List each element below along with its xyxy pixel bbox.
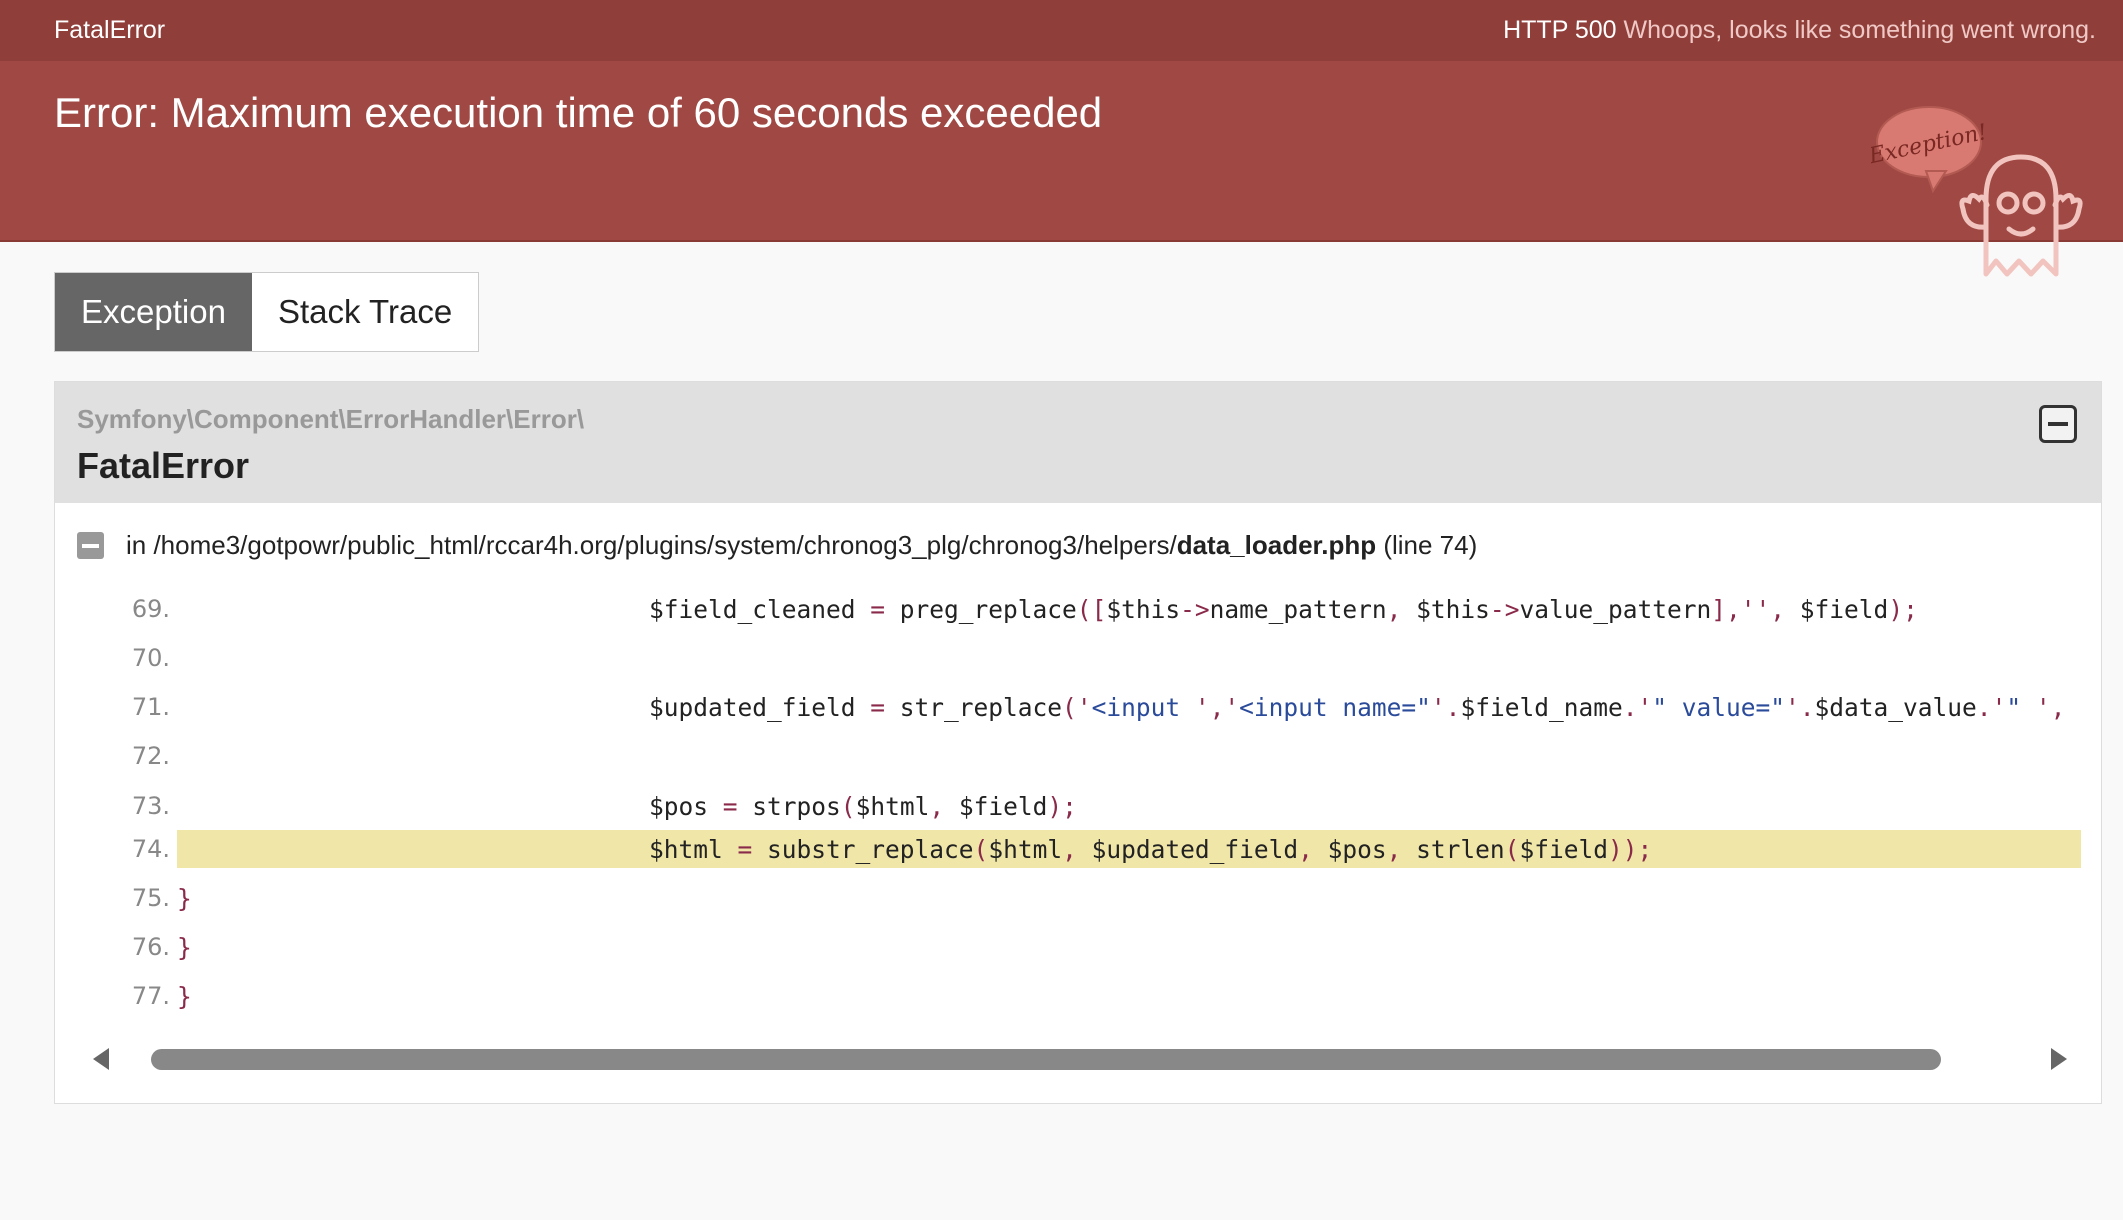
file-prefix: in /home3/gotpowr/public_html/rccar4h.or… [126,529,1177,560]
line-number: 76. [131,933,170,961]
line-source: $html = substr_replace($html, $updated_f… [177,830,2081,868]
exception-panel: Symfony\Component\ErrorHandler\Error\ Fa… [54,381,2102,1104]
line-source: } [177,981,192,1011]
top-bar: FatalError HTTP 500 Whoops, looks like s… [0,0,2123,61]
line-number: 74. [131,835,170,863]
code-line: 77. } [55,977,2081,1015]
http-code: HTTP 500 [1503,16,1617,44]
line-source: $field_cleaned = preg_replace([$this - > na… [177,595,1918,624]
file-location: in /home3/gotpowr/public_html/rccar4h.or… [55,503,2101,569]
line-number: 72. [131,742,170,770]
line-source: } [177,883,192,913]
line-number: 70. [131,644,170,672]
code-line: 73. $pos = strpos($html, $field); [55,787,2081,825]
code-line: 74. $html = substr_replace($html, $updat… [55,830,2081,868]
code-line: 72. [55,737,2081,775]
code-line: 70. [55,639,2081,677]
code-line: 76. } [55,928,2081,966]
scroll-left-icon[interactable] [93,1048,109,1070]
line-source: } [177,932,192,962]
code-line: 69. $field_cleaned = preg_replace([$this… [55,595,2081,628]
line-source [177,737,2081,775]
exception-ghost-icon: Exception! [1871,106,2083,277]
exception-namespace: Symfony\Component\ErrorHandler\Error\ [77,404,585,434]
line-source: $updated_field = str_replace(' <input ', … [177,692,2081,722]
tab-exception[interactable]: Exception [55,273,252,351]
line-info: (line 74) [1383,529,1478,560]
exception-class: FatalError [77,445,250,486]
code-line: 71. $updated_field = str_replace(' <input… [55,688,2081,726]
line-number: 71. [131,693,170,721]
file-name: data_loader.php [1176,529,1377,560]
tab-bar: Exception Stack Trace [54,272,480,352]
main-content: Exception Stack Trace Symfony\Component\… [0,242,2123,1104]
error-type-label: FatalError [54,16,166,44]
tab-stack-trace[interactable]: Stack Trace [252,273,478,351]
http-description: Whoops, looks like something went wrong. [1623,16,2096,44]
collapse-code-button[interactable] [77,531,104,559]
line-number: 77. [131,982,170,1010]
file-path: in /home3/gotpowr/public_html/rccar4h.or… [126,530,1477,561]
exception-panel-header: Symfony\Component\ErrorHandler\Error\ Fa… [55,382,2101,503]
line-number: 75. [131,884,170,912]
line-source [177,639,2081,677]
collapse-panel-button[interactable] [2039,405,2077,443]
code-excerpt: 69. $field_cleaned = preg_replace([$this… [55,595,2101,1025]
code-line: 75. } [55,879,2081,917]
exception-header: Error: Maximum execution time of 60 seco… [0,61,2123,277]
http-status: HTTP 500 Whoops, looks like something we… [1503,16,2096,45]
exception-message: Error: Maximum execution time of 60 seco… [54,89,1103,136]
line-number: 73. [131,792,170,820]
line-source: $pos = strpos($html, $field); [177,791,1077,821]
scrollbar-thumb[interactable] [151,1049,1941,1070]
scroll-right-icon[interactable] [2051,1048,2067,1070]
horizontal-scrollbar[interactable] [77,1035,2079,1085]
line-number: 69. [131,595,170,623]
